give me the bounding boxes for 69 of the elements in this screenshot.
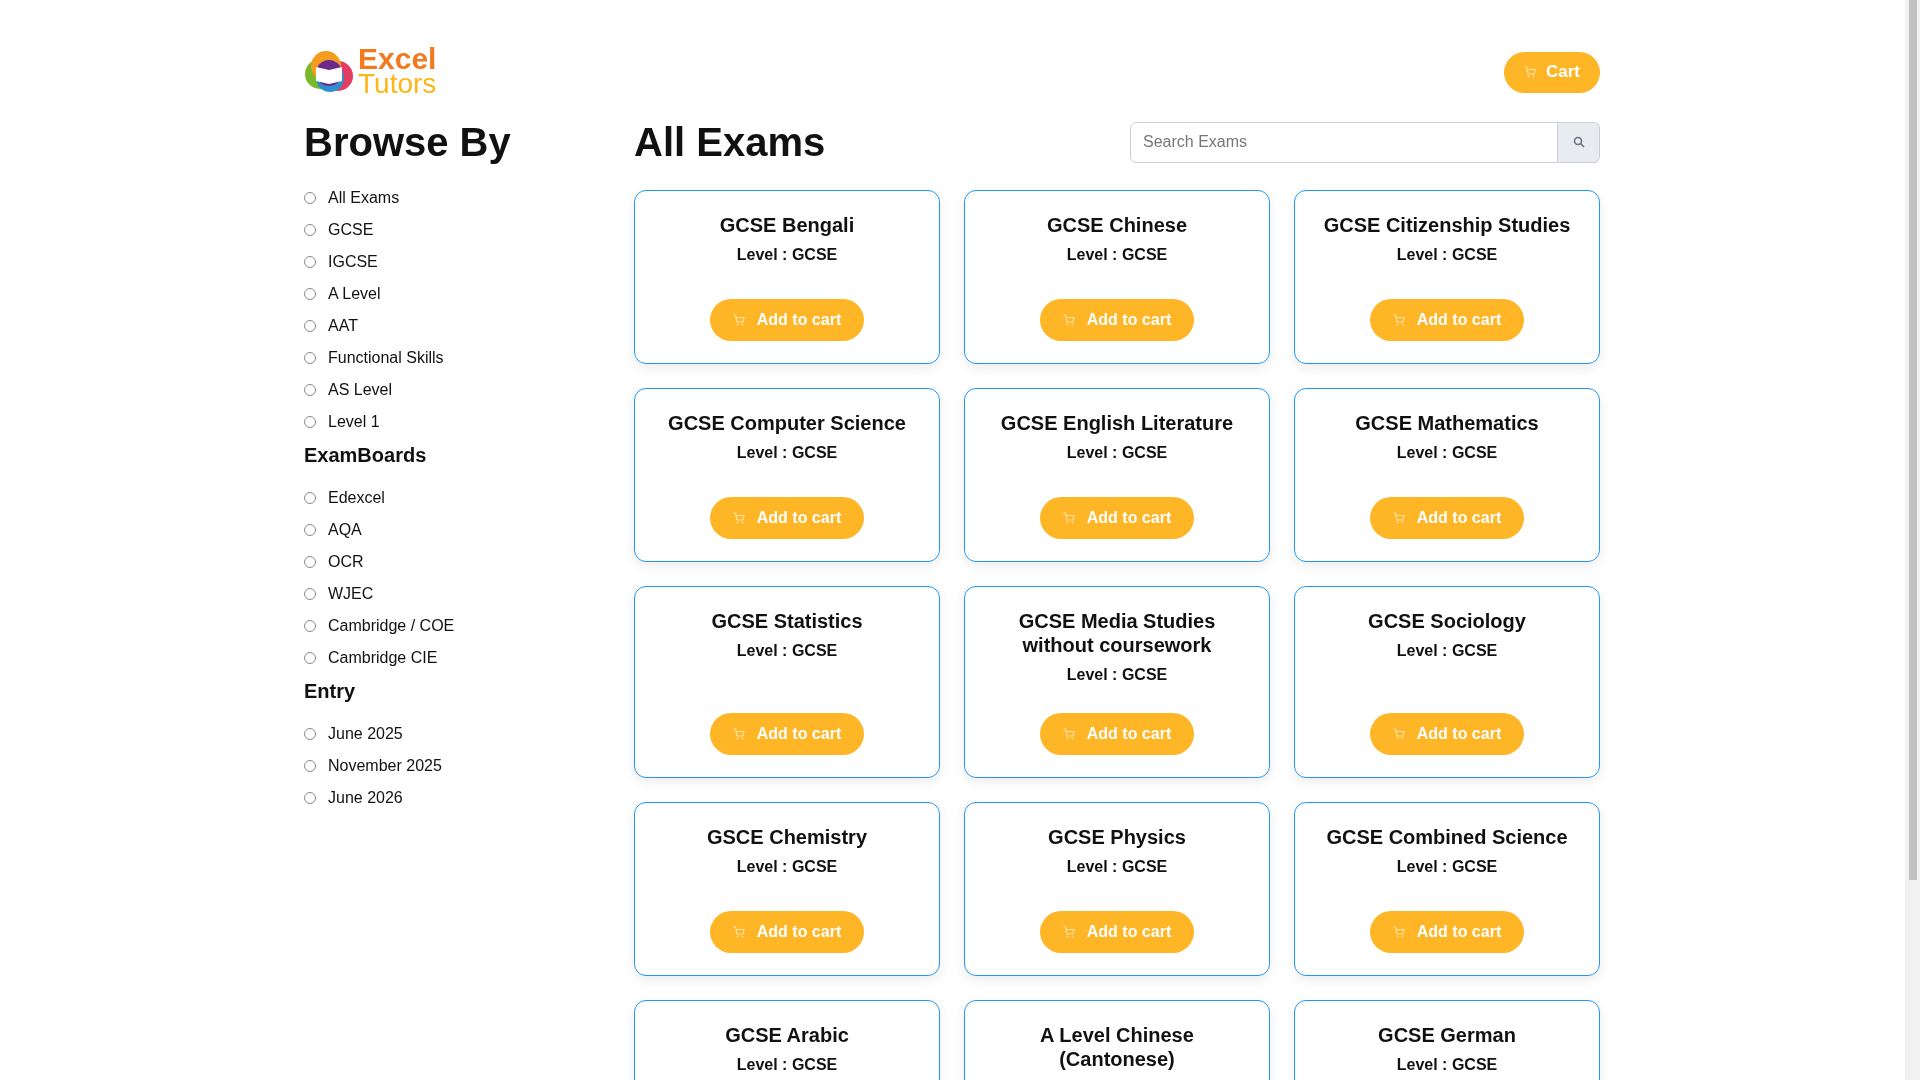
exam-level: Level : GCSE <box>1396 245 1498 265</box>
exam-title: GSCE Chemistry <box>706 825 868 849</box>
exam-title: GCSE Sociology <box>1368 609 1526 633</box>
filter-option[interactable]: Level 1 <box>304 406 634 438</box>
exam-level: Level : GCSE <box>1066 665 1168 685</box>
exam-level: Level : GCSE <box>1396 443 1498 463</box>
exam-level: Level : GCSE <box>1066 857 1168 877</box>
exam-title: GCSE Computer Science <box>668 411 906 435</box>
filter-heading: Entry <box>304 679 357 704</box>
filter-option[interactable]: IGCSE <box>304 246 634 278</box>
cart-icon <box>1392 512 1405 524</box>
filter-option[interactable]: AQA <box>304 514 634 546</box>
cart-icon <box>1392 314 1405 326</box>
exam-level: Level : GCSE <box>736 443 838 463</box>
filter-option[interactable]: WJEC <box>304 578 634 610</box>
cart-icon <box>732 728 745 740</box>
cart-icon <box>1392 926 1405 938</box>
scrollbar[interactable] <box>1905 0 1920 1080</box>
cart-icon <box>1524 66 1536 78</box>
exam-title: A Level Chinese (Cantonese) <box>1039 1023 1195 1071</box>
filter-heading: ExamBoards <box>304 443 428 468</box>
exam-title: GCSE Chinese <box>1046 213 1187 237</box>
exam-level: Level : GCSE <box>1396 1055 1498 1075</box>
filter-option[interactable]: Cambridge / COE <box>304 610 634 642</box>
exam-title: GCSE Bengali <box>719 213 855 237</box>
exam-level: Level : GCSE <box>1066 245 1168 265</box>
cart-icon <box>1392 728 1405 740</box>
exam-level: Level : GCSE <box>736 641 838 661</box>
filter-option[interactable]: November 2025 <box>304 750 634 782</box>
logo-wordmark: Tutors <box>358 71 437 97</box>
filter-option[interactable]: June 2026 <box>304 782 634 814</box>
cart-icon <box>1062 512 1075 524</box>
logo-wordmark: Excel <box>358 47 437 71</box>
exam-level: Level : GCSE <box>736 857 838 877</box>
filter-option[interactable]: AS Level <box>304 374 634 406</box>
exam-title: GCSE Combined Science <box>1326 825 1568 849</box>
exam-title: GCSE Arabic <box>725 1023 849 1047</box>
exam-title: GCSE English Literature <box>1000 411 1234 435</box>
exam-title: GCSE German <box>1378 1023 1516 1047</box>
exam-level: Level : GCSE <box>736 1055 838 1075</box>
cart-icon <box>1062 314 1075 326</box>
filter-option[interactable]: GCSE <box>304 214 634 246</box>
cart-icon <box>1062 728 1075 740</box>
filter-option[interactable]: A Level <box>304 278 634 310</box>
exam-title: GCSE Physics <box>1048 825 1186 849</box>
filter-option[interactable]: Functional Skills <box>304 342 634 374</box>
filter-option[interactable]: All Exams <box>304 182 634 214</box>
cart-icon <box>1062 926 1075 938</box>
filter-option[interactable]: Cambridge CIE <box>304 642 634 674</box>
filter-option[interactable]: June 2025 <box>304 718 634 750</box>
cart-icon <box>732 314 745 326</box>
filter-option[interactable]: OCR <box>304 546 634 578</box>
search-icon <box>1572 136 1585 148</box>
exam-level: Level : GCSE <box>1066 443 1168 463</box>
search-button[interactable] <box>1558 121 1600 163</box>
exam-title: GCSE Media Studies without coursework <box>1017 609 1217 657</box>
cart-icon <box>732 512 745 524</box>
exam-title: GCSE Mathematics <box>1355 411 1539 435</box>
exam-level: Level : GCSE <box>1396 641 1498 661</box>
search-field[interactable]: Search Exams <box>1130 121 1558 163</box>
exam-level: Level : GCSE <box>736 245 838 265</box>
exam-title: GCSE Citizenship Studies <box>1323 213 1571 237</box>
sidebar-title: Browse By <box>304 119 512 166</box>
exam-level: Level : GCSE <box>1396 857 1498 877</box>
page-title: All Exams <box>634 119 826 166</box>
filter-option[interactable]: Edexcel <box>304 482 634 514</box>
cart-icon <box>732 926 745 938</box>
filter-option[interactable]: AAT <box>304 310 634 342</box>
exam-title: GCSE Statistics <box>711 609 863 633</box>
